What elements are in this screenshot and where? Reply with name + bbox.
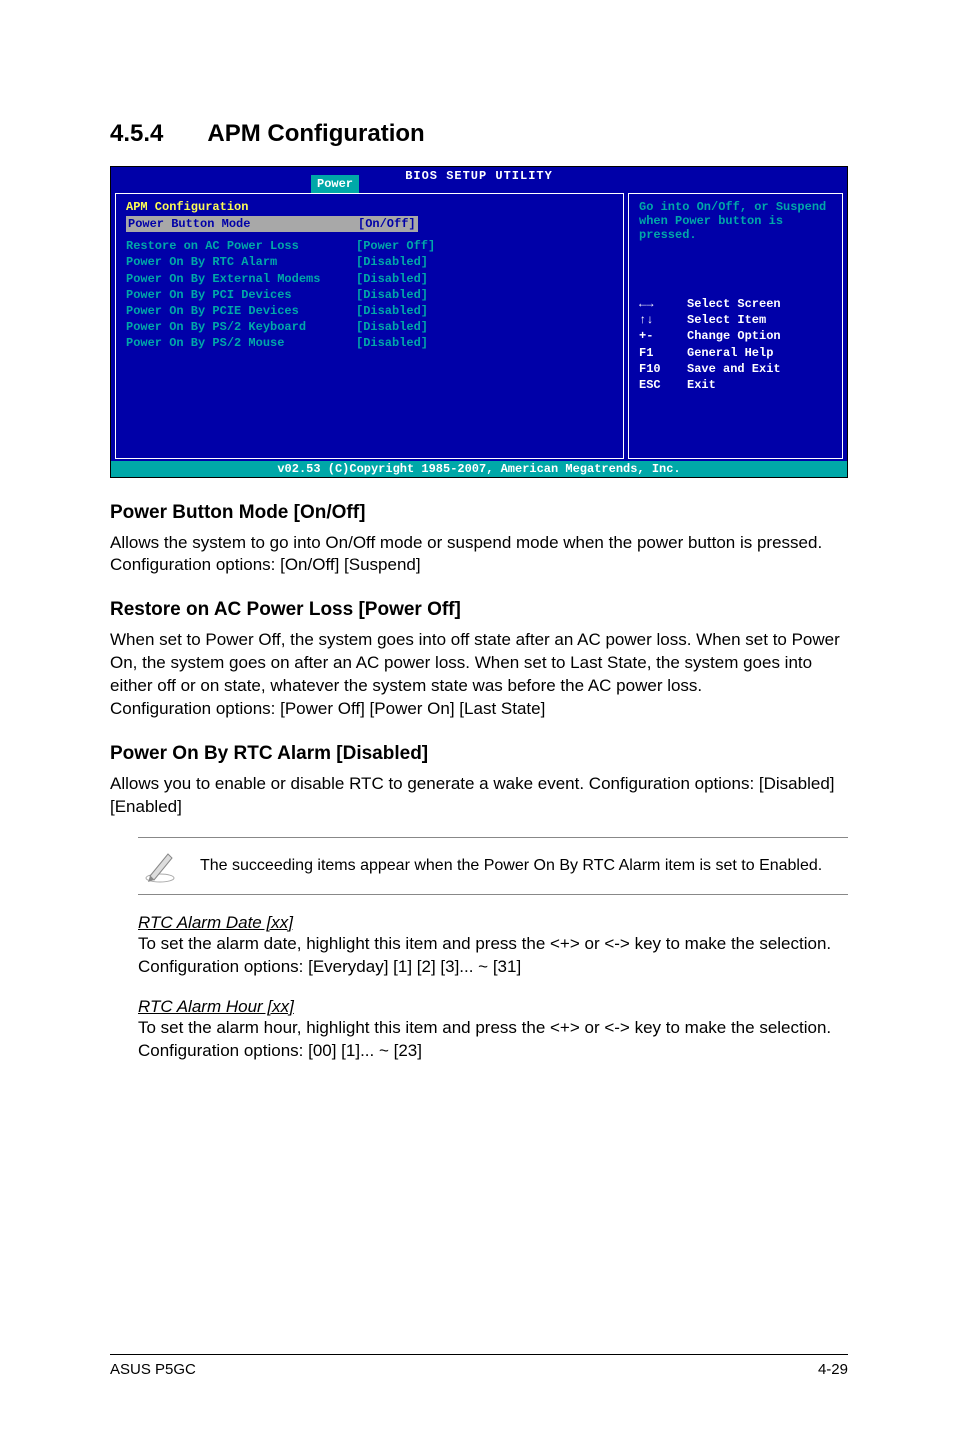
bios-row-label: Power On By RTC Alarm — [126, 254, 356, 270]
bios-row-value: [Power Off] — [356, 238, 435, 254]
bios-row-value: [Disabled] — [356, 271, 428, 287]
key-desc: Save and Exit — [687, 361, 781, 377]
bios-key-row: ←→Select Screen — [639, 296, 832, 312]
bios-body: APM Configuration Power Button Mode [On/… — [111, 191, 847, 461]
bios-row-value: [On/Off] — [356, 216, 418, 232]
bios-key-row: F10Save and Exit — [639, 361, 832, 377]
bios-row-label: Power On By PCI Devices — [126, 287, 356, 303]
sub-item-title: RTC Alarm Date [xx] — [138, 913, 848, 933]
bios-row-value: [Disabled] — [356, 254, 428, 270]
key-sym: +- — [639, 328, 687, 344]
bios-key-row: F1General Help — [639, 345, 832, 361]
subsection-body: When set to Power Off, the system goes i… — [110, 629, 848, 721]
bios-row-label: Power Button Mode — [126, 216, 356, 232]
page-footer: ASUS P5GC 4-29 — [110, 1354, 848, 1378]
key-desc: Change Option — [687, 328, 781, 344]
bios-row-value: [Disabled] — [356, 287, 428, 303]
bios-panel-heading: APM Configuration — [126, 200, 613, 214]
bios-header: BIOS SETUP UTILITY Power — [111, 167, 847, 191]
section-number: 4.5.4 — [110, 120, 163, 147]
subsection-body: Allows the system to go into On/Off mode… — [110, 532, 848, 578]
key-sym: ESC — [639, 377, 687, 393]
subsection: Restore on AC Power Loss [Power Off] Whe… — [110, 599, 848, 721]
subsection-title: Power Button Mode [On/Off] — [110, 502, 848, 524]
subsection: Power Button Mode [On/Off] Allows the sy… — [110, 502, 848, 578]
pencil-icon — [138, 846, 182, 886]
bios-keys-block: ←→Select Screen ↑↓Select Item +-Change O… — [639, 296, 832, 393]
bios-row: Power On By RTC Alarm [Disabled] — [126, 254, 613, 270]
key-sym: ↑↓ — [639, 312, 687, 328]
bios-row: Power On By PS/2 Mouse [Disabled] — [126, 335, 613, 351]
subsection-title: Power On By RTC Alarm [Disabled] — [110, 743, 848, 765]
bios-left-panel: APM Configuration Power Button Mode [On/… — [115, 193, 624, 459]
subsection-title: Restore on AC Power Loss [Power Off] — [110, 599, 848, 621]
bios-row: Restore on AC Power Loss [Power Off] — [126, 238, 613, 254]
bios-row: Power On By External Modems [Disabled] — [126, 271, 613, 287]
bios-key-row: ESCExit — [639, 377, 832, 393]
key-desc: Select Screen — [687, 296, 781, 312]
sub-item: RTC Alarm Date [xx] To set the alarm dat… — [138, 913, 848, 979]
bios-row: Power On By PCIE Devices [Disabled] — [126, 303, 613, 319]
note-text: The succeeding items appear when the Pow… — [200, 855, 822, 877]
bios-row-label: Power On By PS/2 Mouse — [126, 335, 356, 351]
key-sym: ←→ — [639, 296, 687, 312]
bios-row-label: Restore on AC Power Loss — [126, 238, 356, 254]
bios-row: Power Button Mode [On/Off] — [126, 216, 613, 232]
bios-header-title: BIOS SETUP UTILITY — [111, 169, 847, 183]
bios-help-text: Go into On/Off, or Suspend when Power bu… — [639, 200, 832, 242]
bios-row: Power On By PCI Devices [Disabled] — [126, 287, 613, 303]
bios-key-row: ↑↓Select Item — [639, 312, 832, 328]
section-heading: APM Configuration — [207, 120, 424, 147]
bios-row-label: Power On By PCIE Devices — [126, 303, 356, 319]
bios-row-value: [Disabled] — [356, 335, 428, 351]
sub-item-body: To set the alarm hour, highlight this it… — [138, 1017, 848, 1063]
subsection-body: Allows you to enable or disable RTC to g… — [110, 773, 848, 819]
bios-row-value: [Disabled] — [356, 303, 428, 319]
bios-row-label: Power On By PS/2 Keyboard — [126, 319, 356, 335]
bios-key-row: +-Change Option — [639, 328, 832, 344]
sub-item-title: RTC Alarm Hour [xx] — [138, 997, 848, 1017]
note-box: The succeeding items appear when the Pow… — [138, 837, 848, 895]
bios-right-panel: Go into On/Off, or Suspend when Power bu… — [628, 193, 843, 459]
bios-row-value: [Disabled] — [356, 319, 428, 335]
bios-row: Power On By PS/2 Keyboard [Disabled] — [126, 319, 613, 335]
subsection: Power On By RTC Alarm [Disabled] Allows … — [110, 743, 848, 819]
key-desc: General Help — [687, 345, 773, 361]
key-desc: Select Item — [687, 312, 766, 328]
key-sym: F10 — [639, 361, 687, 377]
footer-left: ASUS P5GC — [110, 1361, 196, 1378]
key-sym: F1 — [639, 345, 687, 361]
bios-screenshot: BIOS SETUP UTILITY Power APM Configurati… — [110, 166, 848, 478]
sub-item-body: To set the alarm date, highlight this it… — [138, 933, 848, 979]
bios-footer: v02.53 (C)Copyright 1985-2007, American … — [111, 461, 847, 477]
section-title: 4.5.4 APM Configuration — [110, 120, 848, 148]
footer-right: 4-29 — [818, 1361, 848, 1378]
bios-row-label: Power On By External Modems — [126, 271, 356, 287]
sub-item: RTC Alarm Hour [xx] To set the alarm hou… — [138, 997, 848, 1063]
key-desc: Exit — [687, 377, 716, 393]
